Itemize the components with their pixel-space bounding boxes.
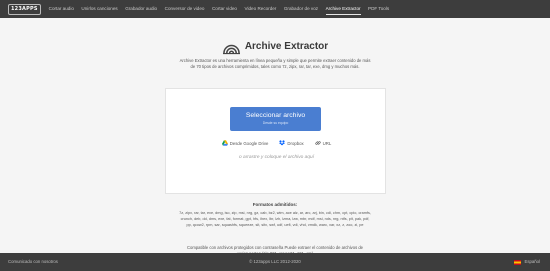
nav-item-grabador-voz[interactable]: Grabador de voz — [284, 0, 318, 18]
google-drive-link[interactable]: Desde Google Drive — [221, 140, 269, 146]
url-link[interactable]: URL — [315, 140, 332, 146]
language-label: Español — [524, 259, 540, 264]
app-logo[interactable]: 123APPS — [8, 3, 41, 15]
drop-zone-hint[interactable]: o arrastre y coloque el archivo aquí — [166, 155, 387, 160]
top-nav-bar: 123APPS Cortar audio Unirlos canciones G… — [0, 0, 550, 18]
formats-list: 7z, zipx, rar, tar, exe, dmg, iso, zip, … — [179, 211, 371, 228]
link-icon — [315, 141, 321, 145]
page-title: Archive Extractor — [244, 41, 329, 52]
select-file-button[interactable]: Seleccionar archivo Desde su equipo — [230, 107, 321, 131]
tool-description: Archive Extractor es una herramienta en … — [179, 58, 371, 70]
formats-title: Formatos admitidos: — [252, 202, 298, 207]
nav-item-conversor-video[interactable]: Conversor de video — [165, 0, 205, 18]
nav-item-pdf-tools[interactable]: PDF Tools — [368, 0, 389, 18]
google-drive-icon — [221, 140, 228, 146]
url-label: URL — [322, 140, 332, 146]
nav-item-archive-extractor[interactable]: Archive Extractor — [325, 0, 361, 18]
language-selector[interactable]: Español — [514, 253, 540, 271]
upload-card: Seleccionar archivo Desde su equipo Desd… — [165, 88, 386, 194]
nav-item-video-recorder[interactable]: Video Recorder — [245, 0, 277, 18]
upload-sources: Desde Google Drive Dropbox URL — [166, 140, 387, 146]
select-file-sublabel: Desde su equipo — [262, 121, 289, 125]
main-content: Archive Extractor Archive Extractor es u… — [0, 18, 550, 256]
app-header: Archive Extractor — [0, 38, 550, 55]
nav-item-grabador-audio[interactable]: Grabador audio — [125, 0, 157, 18]
google-drive-label: Desde Google Drive — [229, 140, 269, 146]
select-file-label: Seleccionar archivo — [245, 112, 306, 119]
nav-item-cortar-audio[interactable]: Cortar audio — [49, 0, 74, 18]
nav-item-cortar-video[interactable]: Cortar video — [212, 0, 237, 18]
archive-extractor-icon — [222, 44, 240, 55]
nav-item-unir-canciones[interactable]: Unirlos canciones — [81, 0, 117, 18]
spain-flag-icon — [514, 259, 522, 265]
dropbox-label: Dropbox — [287, 140, 304, 146]
footer-bar: Comunicado con nosotros © 123apps LLC 20… — [0, 253, 550, 271]
copyright-text: © 123apps LLC 2012-2020 — [249, 259, 301, 264]
dropbox-icon — [279, 140, 286, 146]
dropbox-link[interactable]: Dropbox — [279, 140, 304, 146]
